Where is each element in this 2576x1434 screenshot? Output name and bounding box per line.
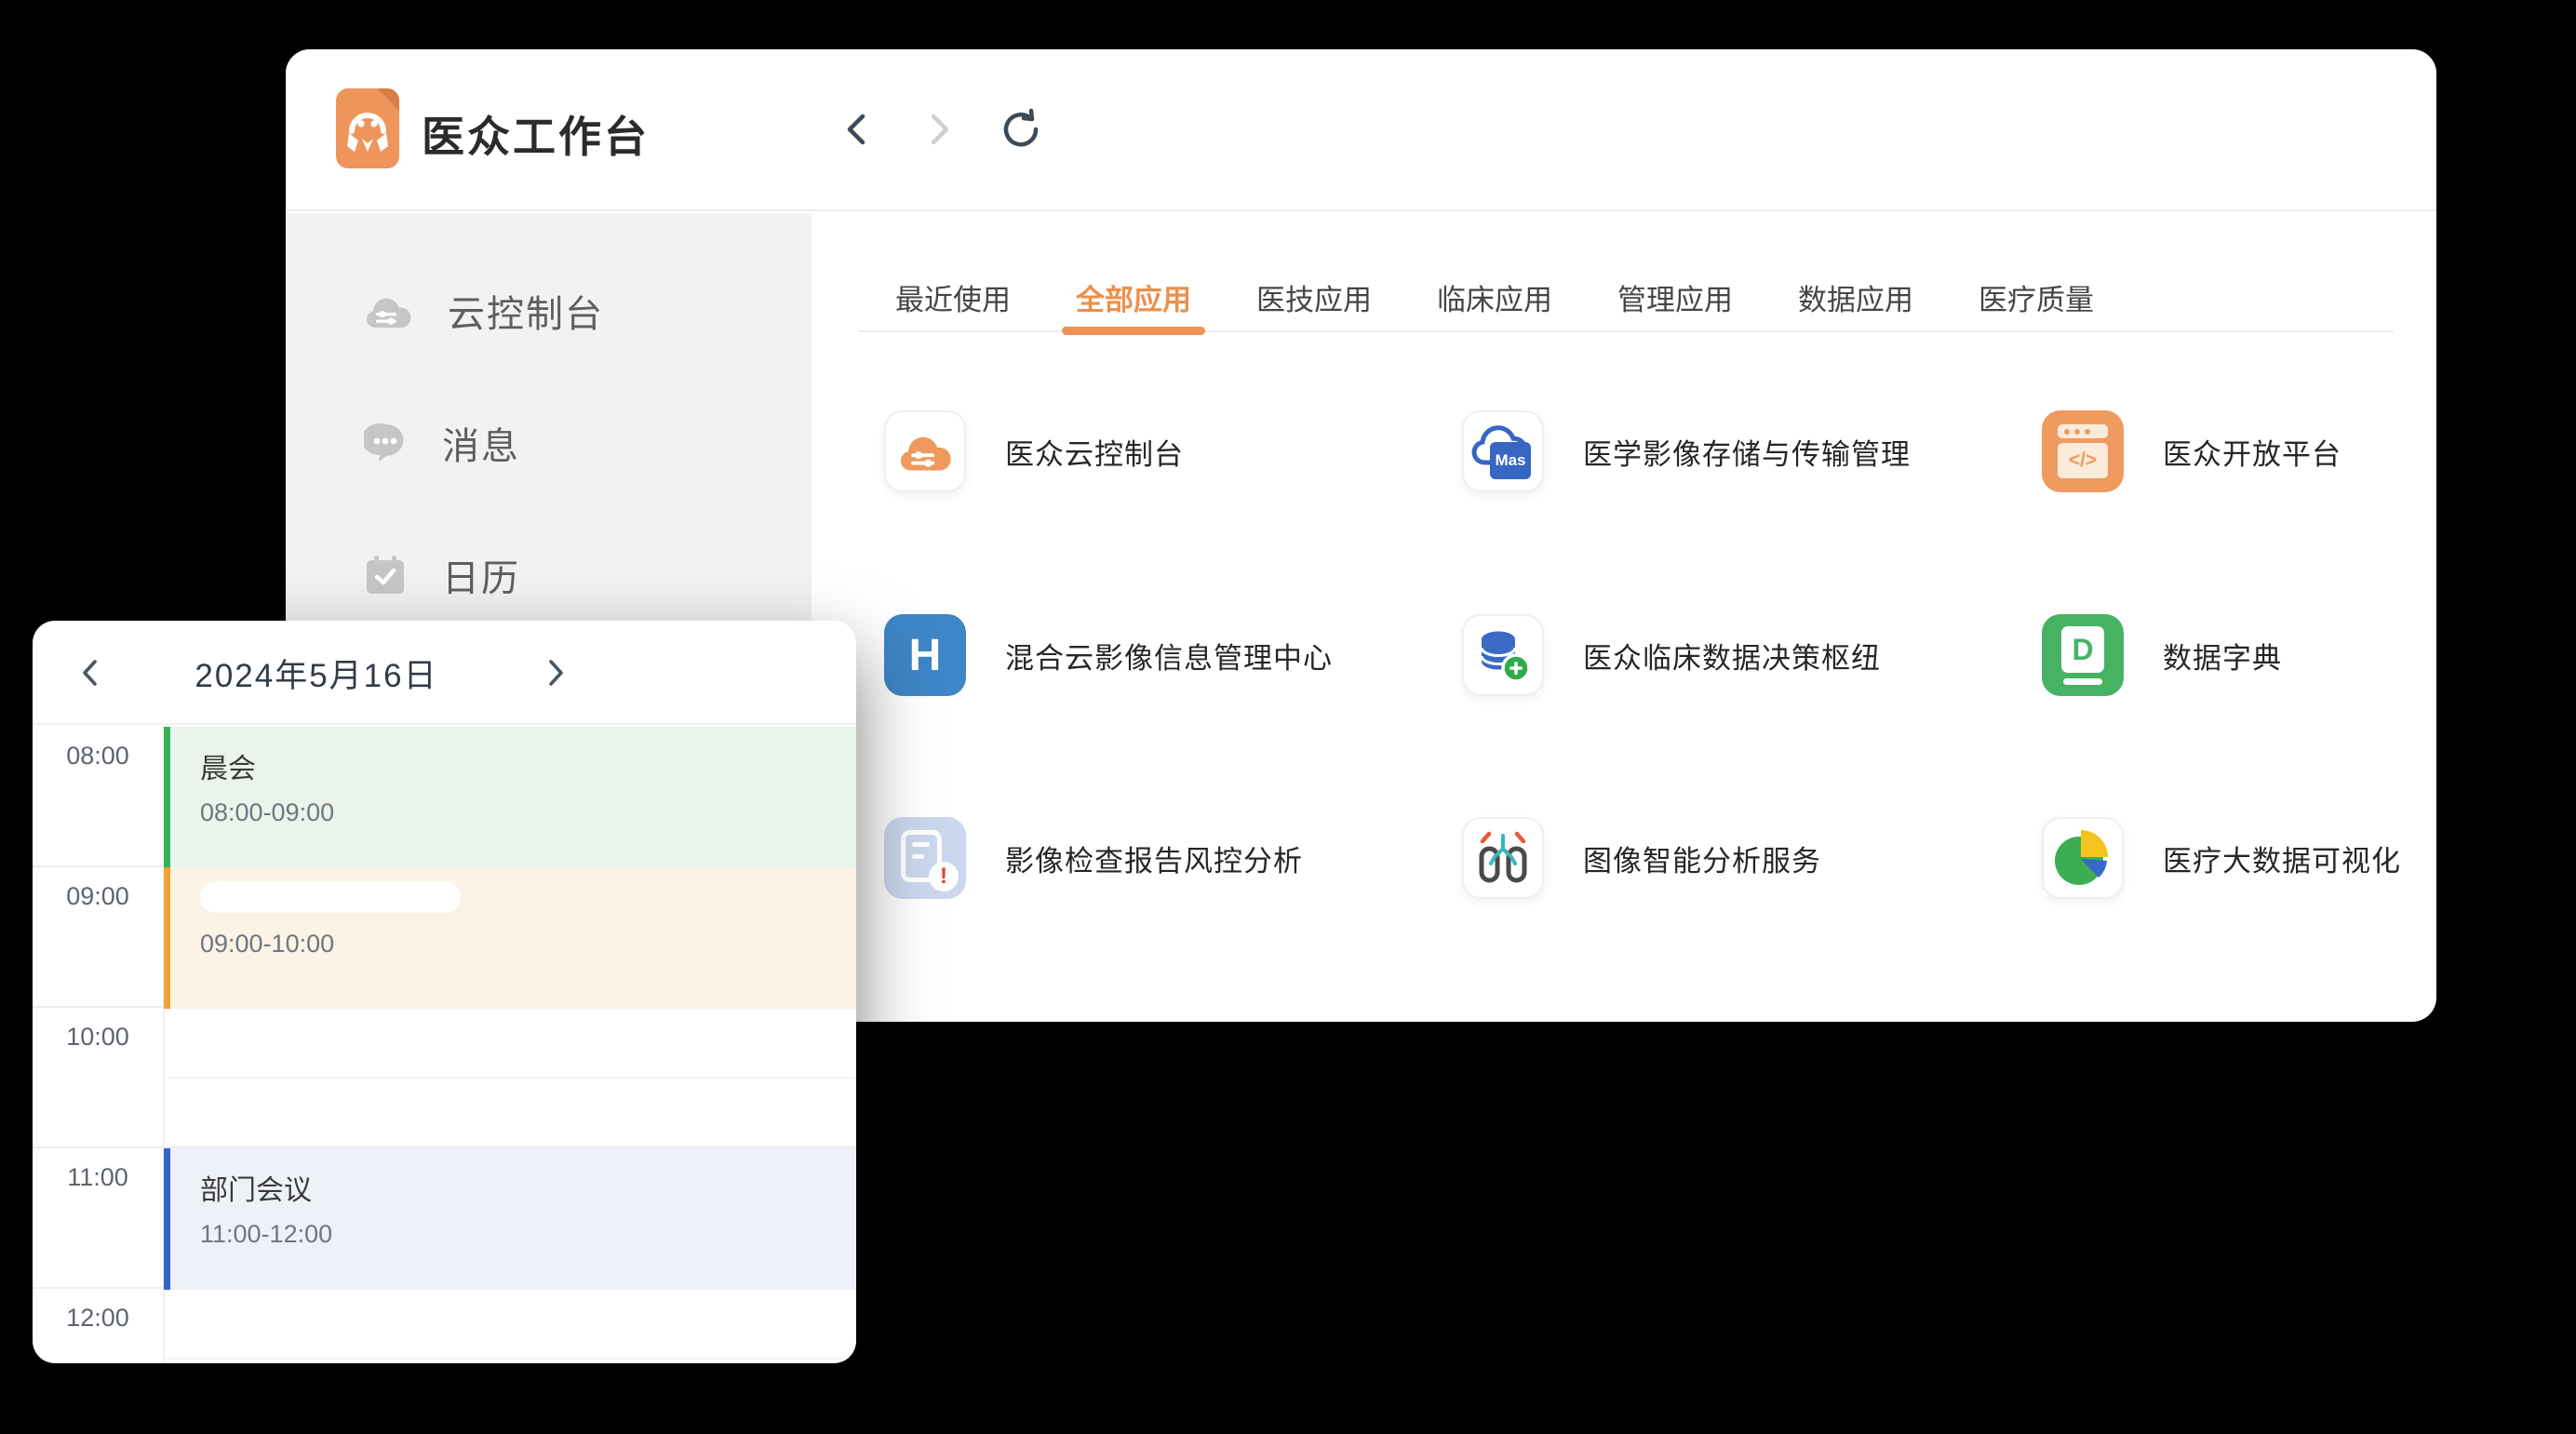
back-button[interactable] bbox=[833, 105, 881, 154]
time-label: 11:00 bbox=[33, 1163, 163, 1192]
pie-chart-icon bbox=[2042, 817, 2124, 899]
report-alert-icon: ! bbox=[884, 817, 966, 899]
time-label: 12:00 bbox=[33, 1304, 163, 1333]
app-category-tabs: 最近使用 全部应用 医技应用 临床应用 管理应用 数据应用 医疗质量 bbox=[858, 263, 2394, 332]
calendar-day-view: 08:00 09:00 10:00 11:00 12:00 晨会 08:00-0… bbox=[33, 727, 856, 1363]
app-medical-image-storage[interactable]: Mas 医学影像存储与传输管理 bbox=[1462, 405, 1911, 498]
app-image-ai-analysis[interactable]: 图像智能分析服务 bbox=[1462, 811, 1821, 905]
event-morning-meeting[interactable]: 晨会 08:00-09:00 bbox=[164, 727, 856, 867]
tab-management-apps[interactable]: 管理应用 bbox=[1617, 263, 1733, 330]
app-hybrid-cloud-imaging[interactable]: H 混合云影像信息管理中心 bbox=[884, 609, 1333, 702]
sidebar-item-label: 消息 bbox=[442, 416, 520, 470]
redacted-title-pill bbox=[200, 881, 461, 913]
event-title: 晨会 bbox=[200, 745, 856, 786]
hour-row-10: 10:00 bbox=[33, 1008, 856, 1148]
app-clinical-data-hub[interactable]: 医众临床数据决策枢纽 bbox=[1462, 609, 1881, 702]
event-department-meeting[interactable]: 部门会议 11:00-12:00 bbox=[164, 1148, 856, 1290]
time-label: 09:00 bbox=[33, 882, 163, 911]
app-name: 混合云影像信息管理中心 bbox=[1005, 635, 1333, 677]
event-redacted[interactable]: 09:00-10:00 bbox=[164, 867, 856, 1009]
back-icon bbox=[839, 109, 876, 150]
calendar-header: 2024年5月16日 bbox=[33, 621, 856, 725]
dictionary-icon: D bbox=[2042, 614, 2124, 696]
code-glyph: </> bbox=[2058, 443, 2108, 478]
alert-badge: ! bbox=[929, 862, 959, 891]
mas-badge: Mas bbox=[1490, 442, 1531, 479]
hour-row-12: 12:00 bbox=[33, 1289, 856, 1363]
cloud-sliders-icon bbox=[884, 410, 966, 492]
letter-h-icon: H bbox=[884, 614, 966, 696]
event-time: 11:00-12:00 bbox=[200, 1220, 856, 1249]
app-name: 医众临床数据决策枢纽 bbox=[1583, 635, 1881, 677]
app-cloud-console[interactable]: 医众云控制台 bbox=[884, 405, 1184, 498]
code-window-icon: </> bbox=[2042, 410, 2124, 492]
message-icon bbox=[364, 422, 407, 464]
event-time: 09:00-10:00 bbox=[200, 930, 856, 958]
app-name: 医学影像存储与传输管理 bbox=[1583, 431, 1911, 473]
app-open-platform[interactable]: </> 医众开放平台 bbox=[2042, 405, 2341, 498]
calendar-date: 2024年5月16日 bbox=[33, 621, 600, 725]
time-label: 10:00 bbox=[33, 1023, 163, 1052]
app-name: 医众开放平台 bbox=[2163, 431, 2341, 473]
tab-data-apps[interactable]: 数据应用 bbox=[1798, 263, 1913, 330]
refresh-icon bbox=[999, 107, 1043, 152]
calendar-next-button[interactable] bbox=[531, 649, 580, 697]
calendar-icon bbox=[364, 554, 407, 596]
tab-medtech-apps[interactable]: 医技应用 bbox=[1256, 263, 1372, 330]
forward-button[interactable] bbox=[915, 105, 963, 154]
app-name: 医众云控制台 bbox=[1005, 431, 1184, 473]
letter-d-glyph: D bbox=[2061, 626, 2104, 673]
refresh-button[interactable] bbox=[997, 105, 1045, 154]
app-logo-icon bbox=[336, 88, 399, 168]
event-title: 部门会议 bbox=[200, 1167, 856, 1208]
app-name: 数据字典 bbox=[2163, 635, 2282, 677]
forward-icon bbox=[920, 109, 958, 150]
cloud-console-icon bbox=[364, 290, 412, 331]
sidebar-item-label: 日历 bbox=[442, 548, 520, 602]
calendar-panel: 2024年5月16日 08:00 09:00 10:00 11:00 12:00… bbox=[33, 621, 856, 1363]
tab-medical-quality[interactable]: 医疗质量 bbox=[1979, 263, 2094, 330]
app-big-data-visualization[interactable]: 医疗大数据可视化 bbox=[2042, 811, 2401, 905]
tab-recent[interactable]: 最近使用 bbox=[895, 263, 1011, 330]
window-header: 医众工作台 bbox=[286, 49, 2436, 211]
cloud-mas-icon: Mas bbox=[1462, 410, 1544, 492]
app-report-risk-analysis[interactable]: ! 影像检查报告风控分析 bbox=[884, 811, 1303, 905]
sidebar-item-label: 云控制台 bbox=[448, 284, 604, 338]
event-time: 08:00-09:00 bbox=[200, 798, 856, 827]
time-label: 08:00 bbox=[33, 742, 163, 771]
tab-all-apps[interactable]: 全部应用 bbox=[1076, 263, 1191, 330]
app-name: 影像检查报告风控分析 bbox=[1005, 838, 1303, 879]
app-name: 图像智能分析服务 bbox=[1583, 838, 1821, 879]
app-data-dictionary[interactable]: D 数据字典 bbox=[2042, 609, 2282, 702]
app-title: 医众工作台 bbox=[422, 103, 650, 165]
app-name: 医疗大数据可视化 bbox=[2163, 838, 2401, 879]
sidebar-item-cloud-console[interactable]: 云控制台 bbox=[286, 245, 812, 377]
database-plus-icon bbox=[1462, 614, 1544, 696]
chevron-right-icon bbox=[542, 656, 570, 690]
tab-clinical-apps[interactable]: 临床应用 bbox=[1437, 263, 1552, 330]
lungs-icon bbox=[1462, 817, 1544, 899]
browser-bar bbox=[2058, 424, 2108, 438]
sidebar-item-messages[interactable]: 消息 bbox=[286, 377, 812, 509]
